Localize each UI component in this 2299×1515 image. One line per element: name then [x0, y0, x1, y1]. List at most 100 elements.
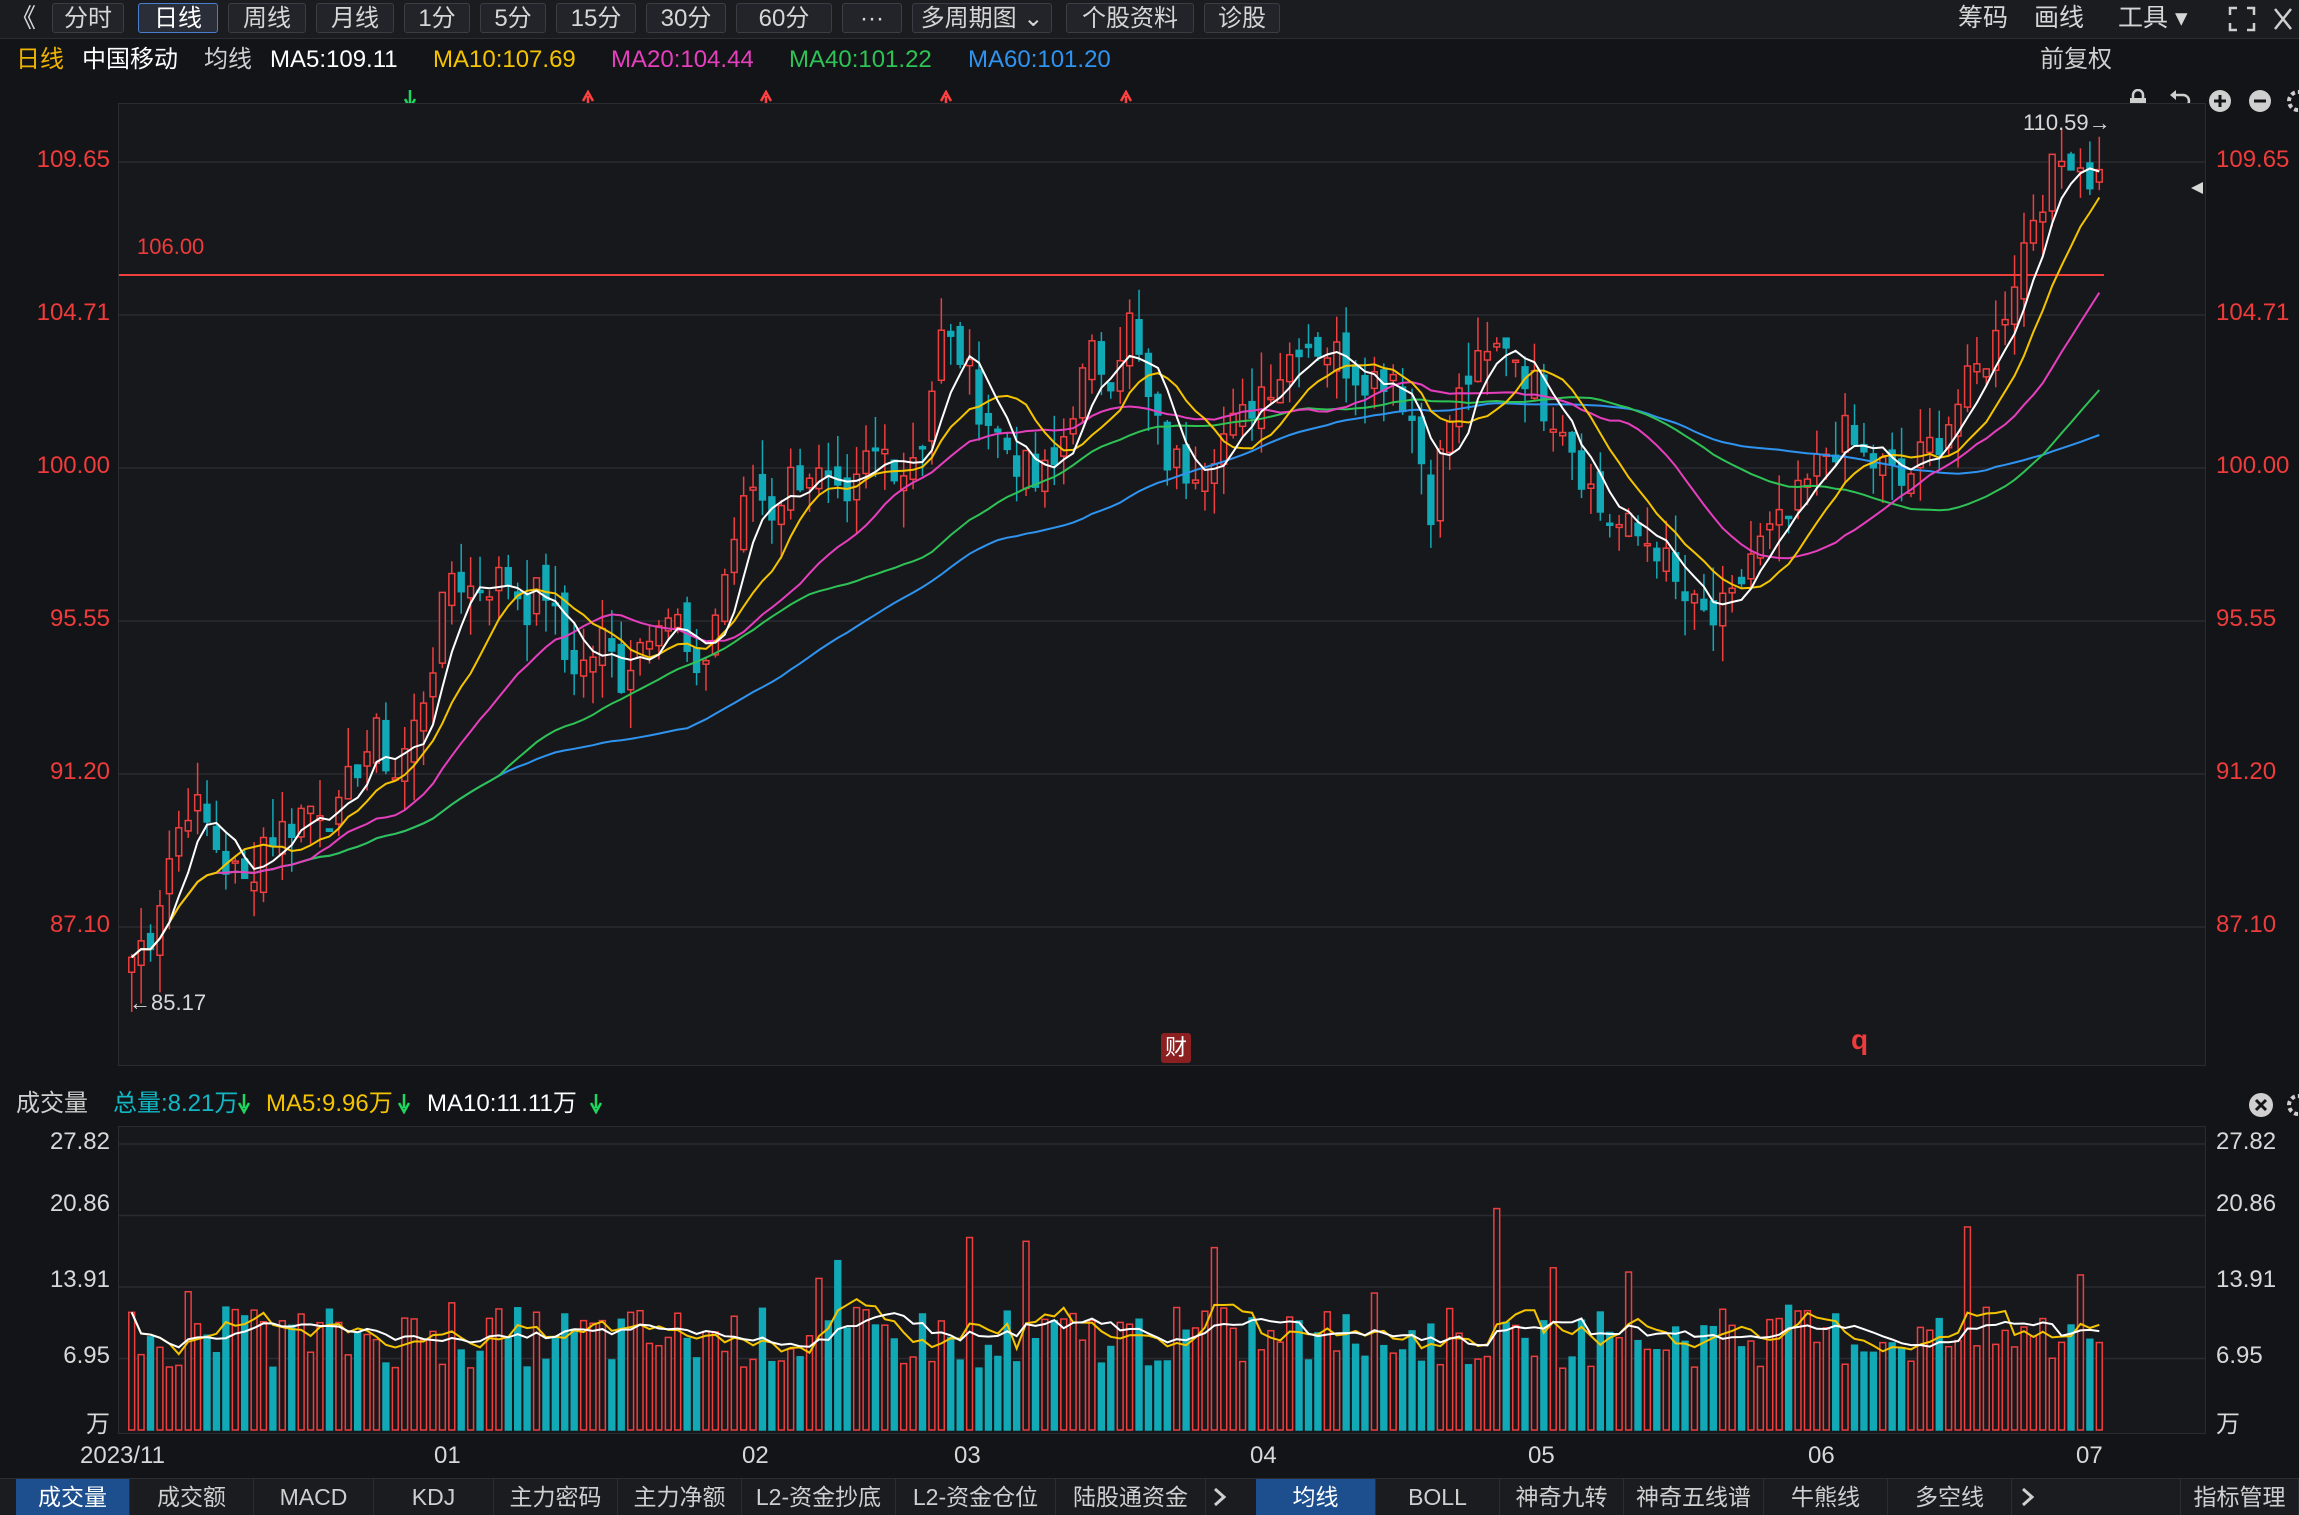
volume-bar — [1295, 1320, 1303, 1431]
candle-body — [1747, 553, 1755, 580]
volume-bar — [2067, 1324, 2075, 1431]
volume-bar — [834, 1259, 842, 1431]
volume-bar — [589, 1322, 597, 1431]
diagnose-button[interactable]: 诊股 — [1204, 3, 1280, 33]
scroll-right-icon[interactable] — [1212, 1487, 1228, 1507]
candle-body — [2067, 153, 2075, 171]
volume-bar — [702, 1330, 710, 1431]
y-tick-right: 95.55 — [2216, 605, 2277, 632]
volume-bar — [900, 1362, 908, 1431]
tab-turnover[interactable]: 成交额 — [130, 1479, 254, 1515]
volume-bar — [344, 1354, 352, 1431]
candle-body — [796, 465, 804, 491]
volume-bar — [1276, 1341, 1284, 1431]
candle-body — [231, 860, 239, 864]
tab-monthly[interactable]: 月线 — [316, 3, 394, 33]
candlestick-chart[interactable] — [119, 104, 2205, 1065]
tab-1min[interactable]: 1分 — [404, 3, 470, 33]
stock-profile-button[interactable]: 个股资料 — [1066, 3, 1194, 33]
candle-body — [203, 803, 211, 823]
volume-bar — [165, 1366, 174, 1431]
candle-body — [1879, 456, 1887, 477]
tab-main-force-code[interactable]: 主力密码 — [494, 1479, 618, 1515]
close-icon[interactable] — [2272, 6, 2294, 32]
settings-icon[interactable] — [2286, 89, 2299, 113]
close-panel-icon[interactable] — [2248, 1092, 2274, 1118]
high-price-label: 110.59→ — [2023, 110, 2111, 135]
volume-bar — [1398, 1349, 1407, 1431]
candle-body — [617, 643, 625, 693]
tab-magic-nine[interactable]: 神奇九转 — [1500, 1479, 1624, 1515]
tab-l2-position[interactable]: L2-资金仓位 — [896, 1479, 1056, 1515]
volume-bar — [984, 1344, 993, 1431]
price-adjust-label[interactable]: 前复权 — [2040, 40, 2112, 80]
volume-bar — [1078, 1339, 1087, 1431]
tab-l2-bottom-fishing[interactable]: L2-资金抄底 — [742, 1479, 896, 1515]
draw-line-button[interactable]: 画线 — [2034, 3, 2084, 33]
tab-northbound-funds[interactable]: 陆股通资金 — [1056, 1479, 1206, 1515]
tab-30min[interactable]: 30分 — [646, 3, 726, 33]
more-icon[interactable]: ··· — [842, 3, 902, 33]
volume-bar — [1427, 1323, 1435, 1431]
volume-bar — [1417, 1360, 1426, 1431]
q-marker[interactable]: q — [1851, 1024, 1868, 1056]
zoom-in-icon[interactable] — [2208, 89, 2232, 113]
stock-name[interactable]: 中国移动 — [82, 40, 178, 80]
y-tick-left: 100.00 — [36, 452, 110, 479]
tab-kdj[interactable]: KDJ — [374, 1479, 494, 1515]
volume-bar — [1596, 1311, 1605, 1431]
zoom-out-icon[interactable] — [2248, 89, 2272, 113]
candle-body — [306, 805, 315, 815]
volume-bar — [1549, 1267, 1557, 1431]
tab-fenshi[interactable]: 分时 — [52, 3, 124, 33]
x-tick: 05 — [1528, 1442, 1555, 1469]
candle-body — [457, 571, 465, 593]
volume-panel[interactable] — [118, 1126, 2206, 1434]
finance-marker[interactable]: 财 — [1161, 1033, 1191, 1063]
expand-icon[interactable] — [2228, 6, 2256, 32]
volume-bar — [1220, 1307, 1228, 1431]
tab-macd[interactable]: MACD — [254, 1479, 374, 1515]
candle-body — [1926, 436, 1934, 454]
indicator-management-button[interactable]: 指标管理 — [2180, 1479, 2299, 1515]
tab-daily[interactable]: 日线 — [138, 3, 218, 33]
volume-ma5: MA5:9.96万 — [266, 1090, 393, 1117]
tab-magic-five-lines[interactable]: 神奇五线谱 — [1624, 1479, 1764, 1515]
candle-body — [1107, 382, 1115, 392]
x-axis: 2023/11 01 02 03 04 05 06 07 — [0, 1442, 2299, 1476]
volume-chart[interactable] — [119, 1127, 2205, 1433]
tab-bull-bear-line[interactable]: 牛熊线 — [1764, 1479, 1888, 1515]
volume-bar — [1022, 1240, 1030, 1431]
candle-body — [711, 614, 720, 656]
tab-main-force-net[interactable]: 主力净额 — [618, 1479, 742, 1515]
candle-body — [1559, 431, 1567, 437]
tab-boll[interactable]: BOLL — [1376, 1479, 1500, 1515]
ma60-value: MA60:101.20 — [968, 46, 1111, 73]
scroll-right-icon[interactable] — [2020, 1487, 2036, 1507]
volume-title[interactable]: 成交量 — [16, 1086, 88, 1126]
tab-ma[interactable]: 均线 — [1256, 1479, 1376, 1515]
collapse-left-icon[interactable]: 《 — [10, 3, 36, 33]
volume-bar — [551, 1335, 560, 1431]
candle-body — [1483, 350, 1492, 361]
ma-label[interactable]: 均线 — [204, 40, 252, 80]
volume-bar — [2010, 1346, 2019, 1431]
tab-volume[interactable]: 成交量 — [16, 1479, 130, 1515]
multi-period-dropdown[interactable]: 多周期图 ⌄ — [912, 3, 1052, 33]
tab-long-short-line[interactable]: 多空线 — [1888, 1479, 2012, 1515]
volume-bar — [1784, 1304, 1793, 1431]
tab-5min[interactable]: 5分 — [480, 3, 546, 33]
volume-bar — [419, 1338, 428, 1431]
tools-dropdown[interactable]: 工具 ▾ — [2118, 3, 2188, 33]
tab-15min[interactable]: 15分 — [556, 3, 636, 33]
chip-button[interactable]: 筹码 — [1958, 3, 2008, 33]
settings-icon[interactable] — [2286, 1092, 2299, 1118]
tab-60min[interactable]: 60分 — [736, 3, 832, 33]
volume-bar — [956, 1359, 964, 1431]
tab-weekly[interactable]: 周线 — [228, 3, 306, 33]
candlestick-panel[interactable]: 106.00 110.59→ ←85.17 财 q — [118, 103, 2206, 1066]
volume-bar — [325, 1308, 334, 1431]
candle-body — [250, 881, 258, 892]
volume-bar — [1257, 1349, 1266, 1431]
volume-bar — [288, 1324, 296, 1431]
